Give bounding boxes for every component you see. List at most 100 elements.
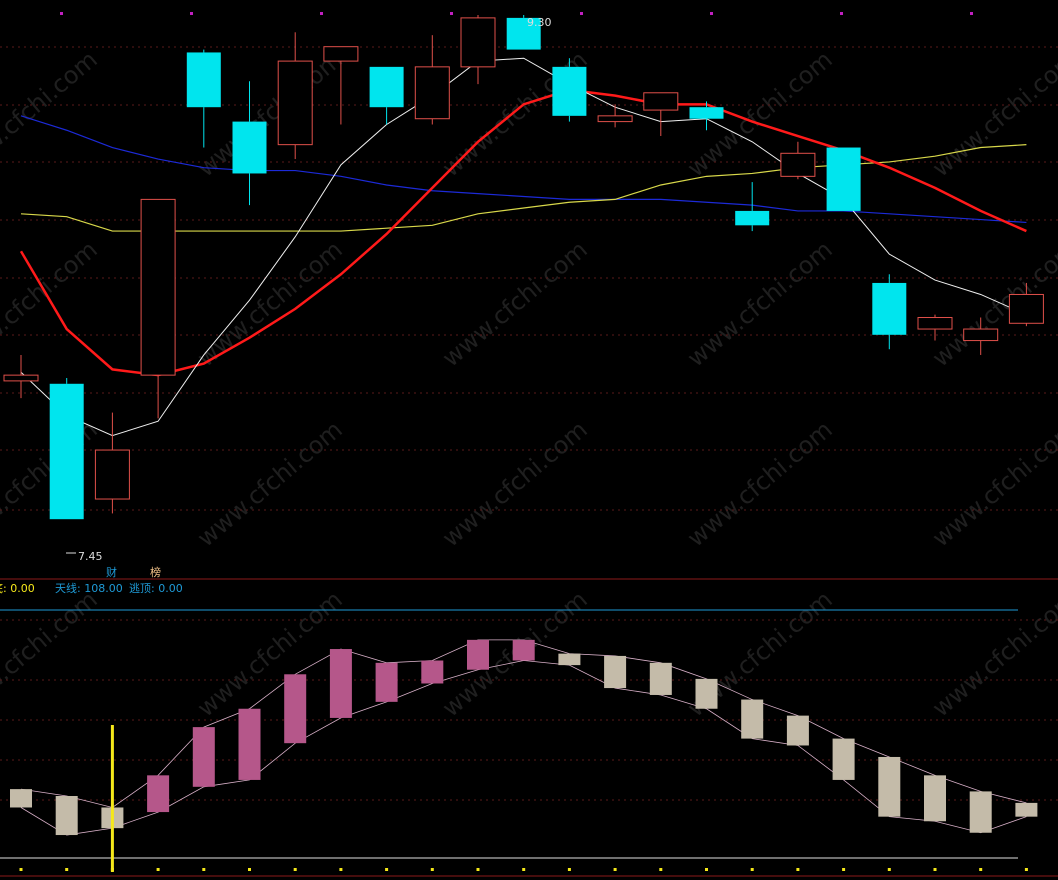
grid-lines bbox=[0, 12, 1058, 801]
candle-body-up bbox=[277, 60, 313, 146]
bottom-value-label: 底: 0.00 bbox=[0, 581, 35, 595]
bottom-signal-dot bbox=[430, 868, 434, 871]
osc-bar bbox=[284, 674, 307, 744]
bottom-signal-dot bbox=[19, 868, 23, 871]
osc-bar bbox=[10, 789, 32, 808]
candle-body-down bbox=[49, 383, 84, 520]
sky-line-value-label: 天线: 108.00 bbox=[55, 581, 123, 595]
bottom-signal-dot bbox=[887, 868, 891, 871]
bottom-signal-dot bbox=[979, 868, 983, 871]
candle bbox=[3, 354, 39, 399]
candle-body-down bbox=[689, 107, 724, 119]
bottom-signal-dot bbox=[796, 868, 800, 871]
osc-bar bbox=[741, 699, 764, 739]
stock-chart: www.cfchi.com www.cfchi.com www.cfchi.com w… bbox=[0, 12, 1058, 877]
low-price-label: 7.45 bbox=[78, 550, 103, 563]
candle-body-down bbox=[232, 121, 267, 174]
osc-bar bbox=[329, 649, 352, 718]
osc-bar bbox=[695, 678, 718, 709]
osc-bar bbox=[604, 655, 627, 689]
top-marker-dot bbox=[710, 12, 713, 15]
osc-top-line bbox=[20, 639, 1027, 808]
top-marker-dot bbox=[840, 12, 843, 15]
ranking-marker[interactable]: 榜 bbox=[150, 565, 161, 579]
watermark-text: www.cfchi.com bbox=[192, 585, 348, 722]
osc-bar bbox=[649, 662, 672, 695]
watermark-text: www.cfchi.com bbox=[192, 235, 348, 372]
top-marker-dot bbox=[190, 12, 193, 15]
candle-body-up bbox=[414, 66, 450, 120]
candle-body-up bbox=[140, 198, 176, 376]
candle-body-up bbox=[963, 328, 999, 342]
bottom-signal-dot bbox=[65, 868, 69, 871]
candle bbox=[323, 46, 359, 125]
osc-bar bbox=[192, 727, 215, 787]
candle bbox=[597, 104, 633, 128]
bottom-signal-dot bbox=[659, 868, 663, 871]
candle-body-up bbox=[643, 92, 679, 111]
candle bbox=[780, 141, 816, 180]
top-marker-dot bbox=[450, 12, 453, 15]
candle bbox=[552, 58, 587, 122]
bottom-signal-dot bbox=[705, 868, 708, 871]
osc-bar bbox=[969, 791, 992, 833]
candle bbox=[140, 198, 176, 419]
candle-body-down bbox=[369, 66, 404, 108]
osc-bar bbox=[421, 660, 444, 684]
bottom-signal-dot bbox=[248, 868, 251, 871]
osc-bar bbox=[467, 639, 489, 670]
watermark-text: www.cfchi.com bbox=[927, 585, 1058, 722]
bottom-signal-dot bbox=[339, 868, 343, 871]
osc-bar bbox=[512, 639, 535, 661]
bottom-signal-dot bbox=[933, 868, 937, 871]
escape-top-value-label: 逃顶: 0.00 bbox=[129, 582, 183, 595]
candle bbox=[277, 32, 313, 160]
candle bbox=[232, 81, 267, 206]
candle bbox=[826, 147, 861, 211]
bottom-signal-dot bbox=[750, 868, 754, 871]
candle bbox=[460, 15, 496, 85]
osc-bar bbox=[878, 756, 901, 817]
watermark-text: www.cfchi.com bbox=[0, 45, 103, 182]
candle bbox=[369, 66, 404, 125]
candle-body-up bbox=[3, 374, 39, 382]
watermark-text: www.cfchi.com bbox=[437, 415, 593, 552]
bottom-signal-dot bbox=[567, 868, 571, 871]
bottom-signal-dot bbox=[156, 868, 160, 871]
osc-bar bbox=[238, 708, 261, 780]
top-marker-dot bbox=[970, 12, 973, 15]
osc-bar bbox=[55, 796, 78, 836]
candle bbox=[872, 274, 907, 350]
bottom-signal-dot bbox=[1024, 868, 1028, 871]
candle-body-up bbox=[597, 115, 633, 123]
top-marker-dot bbox=[580, 12, 583, 15]
osc-bar bbox=[832, 738, 855, 780]
osc-bar bbox=[375, 662, 398, 702]
high-price-label: 9.30 bbox=[527, 16, 552, 29]
candle-body-down bbox=[186, 52, 221, 108]
bottom-signal-dot bbox=[842, 868, 846, 871]
candle-body-up bbox=[323, 46, 359, 62]
osc-bar bbox=[1015, 802, 1038, 817]
bottom-signal-dot bbox=[522, 868, 526, 871]
candle bbox=[186, 49, 221, 148]
watermark-text: www.cfchi.com bbox=[927, 415, 1058, 552]
watermark-text: www.cfchi.com bbox=[192, 415, 348, 552]
osc-bar bbox=[786, 715, 809, 746]
candle bbox=[414, 35, 450, 125]
watermark-text: www.cfchi.com bbox=[0, 585, 103, 722]
watermark-text: www.cfchi.com bbox=[682, 415, 838, 552]
candle-body-up bbox=[1008, 293, 1044, 324]
candle-body-up bbox=[460, 17, 496, 68]
osc-bar bbox=[558, 653, 581, 666]
bottom-signal-dot bbox=[202, 868, 206, 871]
financial-marker[interactable]: 财 bbox=[106, 565, 117, 579]
bottom-signal-dot bbox=[110, 868, 114, 871]
bottom-signal-dot bbox=[293, 868, 297, 871]
candle-body-up bbox=[94, 449, 130, 500]
bottom-signal-dot bbox=[385, 868, 389, 871]
top-marker-dot bbox=[320, 12, 323, 15]
watermark-text: www.cfchi.com bbox=[437, 235, 593, 372]
watermark-layer: www.cfchi.com www.cfchi.com www.cfchi.com w… bbox=[0, 45, 1058, 722]
oscillator-panel bbox=[0, 609, 1038, 872]
